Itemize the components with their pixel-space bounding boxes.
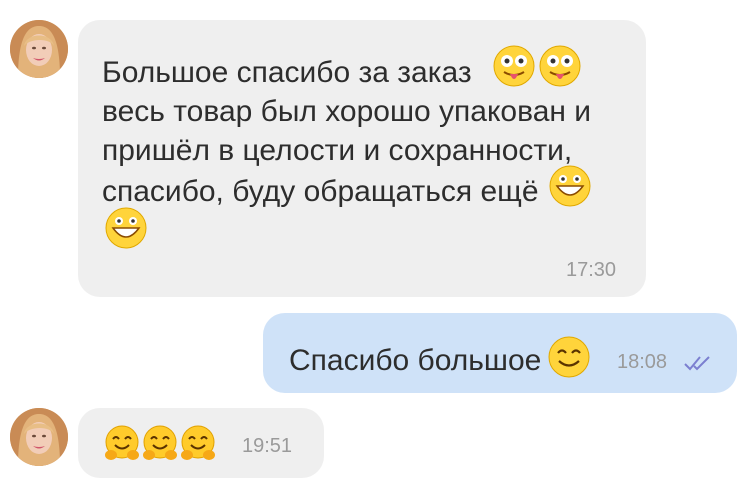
tongue-out-face-icon	[538, 44, 582, 88]
message-bubble-outgoing[interactable]: Спасибо большое 18:08	[263, 313, 737, 393]
grinning-face-icon	[548, 164, 592, 208]
sender-avatar[interactable]	[10, 20, 68, 78]
hugging-face-icon	[102, 424, 142, 464]
message-text-line: весь товар был хорошо упакован и	[102, 95, 592, 128]
smiling-face-icon	[547, 335, 591, 379]
message-bubble-incoming[interactable]: Большое спасибо за заказ весь товар был …	[78, 20, 646, 297]
hugging-face-icon	[178, 424, 218, 464]
message-text: Спасибо большое	[289, 344, 542, 377]
hugging-face-icon	[140, 424, 180, 464]
message-timestamp: 17:30	[566, 259, 617, 281]
grinning-face-icon	[104, 206, 148, 250]
message-timestamp: 19:51	[242, 435, 293, 457]
message-text-line: Большое спасибо за заказ	[102, 56, 472, 89]
message-text-line: спасибо, буду обращаться ещё	[102, 175, 539, 208]
message-bubble-incoming[interactable]: 19:51	[78, 408, 324, 478]
message-timestamp: 18:08	[617, 351, 668, 373]
read-double-check-icon	[683, 354, 713, 372]
message-text-line: пришёл в целости и сохранности,	[102, 134, 573, 167]
sender-avatar[interactable]	[10, 408, 68, 466]
tongue-out-face-icon	[492, 44, 536, 88]
